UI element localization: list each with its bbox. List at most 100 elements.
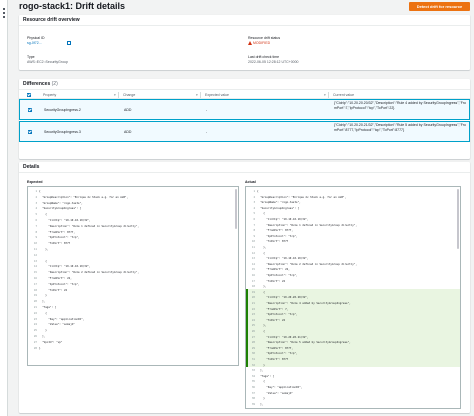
code-line: 2 "GroupDescription": "Enrique 2v Stack … (246, 196, 460, 200)
column-divider[interactable] (200, 92, 201, 98)
code-line: 12 { (246, 252, 460, 256)
sort-icon[interactable]: ▾ (324, 93, 326, 97)
code-line: 18 "ToPort": 22 (28, 289, 238, 293)
table-row[interactable]: SecurityGroupIngress.2 ADD - {"CidrIp":"… (19, 99, 470, 120)
code-text: "FromPort": 7, (257, 307, 289, 311)
code-line: 23 "Key": "applicationID", (28, 318, 238, 322)
line-number: 33 (251, 369, 255, 373)
line-number: 10 (251, 240, 255, 244)
code-line: 23 "IpProtocol": "tcp", (246, 313, 460, 317)
code-text: { (257, 190, 259, 193)
column-header-current-value[interactable]: Current value (333, 93, 354, 97)
code-text: "IpProtocol": "tcp", (257, 352, 298, 356)
line-number: 23 (33, 317, 37, 321)
code-line: 4 "SecurityGroupIngress": [ (28, 207, 238, 211)
code-text: "IpProtocol": "tcp", (257, 274, 298, 277)
column-header-change[interactable]: Change (123, 93, 135, 97)
code-text: } (39, 329, 47, 333)
code-text: "Description": "Rule 5 added by Security… (257, 341, 351, 345)
line-number: 26 (33, 335, 37, 338)
code-line: 27 "VpcId": "vp" (28, 341, 238, 345)
code-text: ], (39, 300, 46, 304)
line-number: 20 (33, 300, 37, 304)
code-text: "ToPort": 22 (257, 279, 286, 283)
row-checkbox[interactable] (28, 130, 32, 134)
code-line: 38 } (246, 397, 460, 401)
row-checkbox[interactable] (28, 108, 32, 112)
code-text: { (39, 259, 47, 263)
actual-scrollbar[interactable] (457, 189, 459, 249)
menu-icon[interactable] (3, 8, 5, 10)
side-navigation-rail (0, 0, 8, 416)
sort-icon[interactable]: ▾ (196, 93, 198, 97)
warning-icon (248, 41, 252, 45)
code-line: 10 "ToPort": 8777 (246, 240, 460, 244)
code-text: "SecurityGroupIngress": [ (39, 207, 82, 211)
external-link-icon[interactable] (67, 41, 71, 45)
code-line: 20 ], (28, 300, 238, 304)
page-header: rogo-stack1: Drift details Detect drift … (19, 1, 470, 12)
code-text: "CidrIp": "10.20.20.20/32", (257, 296, 309, 300)
line-number: 24 (251, 318, 255, 322)
row-current: {"CidrIp":"10.20.20.21/32","Description"… (334, 123, 467, 132)
line-number: 20 (251, 296, 255, 300)
line-number: 13 (251, 257, 255, 261)
expected-code-editor[interactable]: 1{2 "GroupDescription": "Enrique 2v Stac… (27, 186, 239, 366)
physical-id-link[interactable]: sg-0f72... (27, 41, 42, 45)
line-number: 29 (251, 346, 255, 350)
differences-panel: Differences (2) Property ▾ Change ▾ Expe… (19, 79, 470, 159)
code-line: 10 "ToPort": 8777 (28, 242, 238, 246)
code-line: 36 "Key": "applicationID", (246, 386, 460, 390)
code-text: { (257, 380, 265, 384)
differences-count: (2) (51, 81, 58, 87)
code-line: 21 "Tags": [ (28, 306, 238, 310)
code-text: ], (257, 402, 264, 406)
code-text: "ToPort": 22 (257, 318, 286, 322)
code-line: 26 ], (28, 335, 238, 339)
table-row[interactable]: SecurityGroupIngress.3 ADD - {"CidrIp":"… (19, 121, 470, 142)
detect-drift-button[interactable]: Detect drift for resource (409, 2, 470, 11)
code-line: 1{ (246, 190, 460, 194)
code-line: 16 "FromPort": 22, (28, 277, 238, 281)
sort-icon[interactable]: ▾ (114, 93, 116, 97)
column-divider[interactable] (118, 92, 119, 98)
expected-scrollbar[interactable] (235, 189, 237, 229)
code-text: "GroupName": "rogo-tests", (39, 201, 83, 205)
code-text: "CidrIp": "10.10.10.10/32", (39, 219, 91, 222)
code-line: 17 "ToPort": 22 (246, 280, 460, 284)
code-line: 15 "FromPort": 22, (246, 268, 460, 272)
code-line: 8 "FromPort": 8777, (28, 231, 238, 235)
line-number: 9 (253, 234, 255, 238)
line-number: 21 (33, 306, 37, 309)
code-text: "FromPort": 8777, (39, 230, 75, 234)
column-header-expected-value[interactable]: Expected value (205, 93, 229, 97)
line-number: 10 (33, 242, 37, 246)
overview-title: Resource drift overview (19, 15, 470, 26)
code-text: } (257, 397, 265, 401)
code-line: 8 "FromPort": 8777, (246, 229, 460, 233)
line-number: 25 (33, 329, 37, 333)
line-number: 6 (253, 218, 255, 221)
code-text: "ToPort": 22 (39, 288, 68, 292)
select-all-checkbox[interactable] (27, 93, 31, 97)
code-line: 17 "IpProtocol": "tcp", (28, 283, 238, 287)
column-divider[interactable] (328, 92, 329, 98)
line-number: 28 (33, 346, 37, 350)
code-line: 7 "Description": "Rule 1 defined in Secu… (246, 224, 460, 228)
type-value: AWS::EC2::SecurityGroup (27, 60, 68, 64)
code-text: { (39, 190, 41, 193)
differences-title-text: Differences (23, 81, 51, 87)
code-text: } (39, 294, 47, 298)
column-header-property[interactable]: Property (43, 93, 56, 97)
code-text: "Tags": [ (39, 306, 57, 309)
code-line: 24 "Value": "somejd" (28, 323, 238, 327)
actual-code-editor[interactable]: 1{ 2 "GroupDescription": "Enrique 2v Stac… (245, 186, 461, 409)
code-line: 14 "Description": "Rule 2 defined in Sec… (246, 263, 460, 267)
code-line: 5 { (246, 212, 460, 216)
code-text: "FromPort": 8777, (257, 229, 293, 233)
code-line: 14 "CidrIp": "10.10.10.10/32", (28, 265, 238, 269)
type-label: Type (27, 55, 35, 59)
code-text: "CidrIp": "10.10.10.10/32", (257, 257, 309, 261)
line-number: 21 (251, 302, 255, 305)
line-number: 32 (251, 363, 255, 367)
